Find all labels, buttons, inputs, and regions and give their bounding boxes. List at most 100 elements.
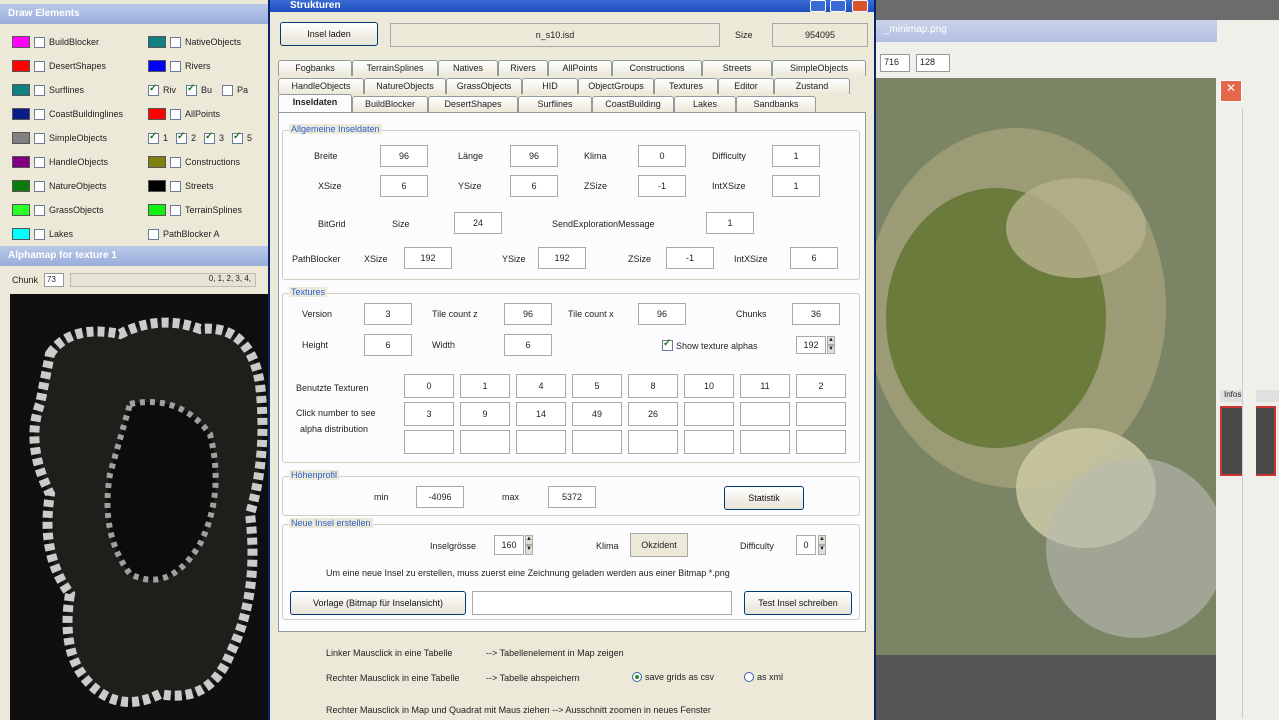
width-field[interactable]: 6	[504, 334, 552, 356]
legend-checkbox[interactable]	[34, 156, 45, 168]
template-bitmap-button[interactable]: Vorlage (Bitmap für Inselansicht)	[290, 591, 466, 615]
color-swatch[interactable]	[148, 204, 166, 216]
maximize-icon[interactable]	[830, 0, 846, 12]
tab-editor[interactable]: Editor	[718, 78, 774, 94]
write-island-button[interactable]: Test Insel schreiben	[744, 591, 852, 615]
max-field[interactable]: 5372	[548, 486, 596, 508]
tab-constructions[interactable]: Constructions	[612, 60, 702, 76]
difficulty-field[interactable]: 1	[772, 145, 820, 167]
tab-streets[interactable]: Streets	[702, 60, 772, 76]
pb-intxsize-field[interactable]: 6	[790, 247, 838, 269]
legend-checkbox[interactable]	[34, 204, 45, 216]
color-swatch[interactable]	[12, 132, 30, 144]
texture-cell[interactable]	[628, 430, 678, 454]
minimap-num1[interactable]: 716	[880, 54, 910, 72]
color-swatch[interactable]	[148, 108, 166, 120]
color-swatch[interactable]	[12, 60, 30, 72]
tab-hid[interactable]: HID	[522, 78, 578, 94]
texture-cell[interactable]: 0	[404, 374, 454, 398]
legend-checkbox[interactable]	[34, 180, 45, 192]
tab-fogbanks[interactable]: Fogbanks	[278, 60, 352, 76]
color-swatch[interactable]	[148, 156, 166, 168]
show-alphas-checkbox[interactable]	[662, 338, 673, 351]
laenge-field[interactable]: 96	[510, 145, 558, 167]
new-difficulty-spin[interactable]: ▲ ▼	[818, 535, 826, 555]
legend-checkbox[interactable]	[170, 60, 181, 72]
zsize-field[interactable]: -1	[638, 175, 686, 197]
statistik-button[interactable]: Statistik	[724, 486, 804, 510]
tab-lakes[interactable]: Lakes	[674, 96, 736, 112]
radio-csv[interactable]	[632, 672, 642, 682]
legend-checkbox[interactable]	[148, 228, 159, 240]
bu-checkbox[interactable]	[186, 83, 197, 96]
scrollbar[interactable]	[1242, 108, 1256, 718]
legend-checkbox[interactable]	[170, 108, 181, 120]
alpha-spin-arrows[interactable]: ▲ ▼	[827, 336, 835, 354]
tab-handleobjects[interactable]: HandleObjects	[278, 78, 364, 94]
template-path-field[interactable]	[472, 591, 732, 615]
pb-xsize-field[interactable]: 192	[404, 247, 452, 269]
tab-objectgroups[interactable]: ObjectGroups	[578, 78, 654, 94]
load-island-button[interactable]: Insel laden	[280, 22, 378, 46]
radio-xml[interactable]	[744, 672, 754, 682]
alpha-spin-field[interactable]: 192	[796, 336, 826, 354]
color-swatch[interactable]	[12, 180, 30, 192]
color-swatch[interactable]	[148, 36, 166, 48]
color-swatch[interactable]	[148, 180, 166, 192]
minimap-num2[interactable]: 128	[916, 54, 950, 72]
texture-cell[interactable]	[460, 430, 510, 454]
legend-checkbox[interactable]	[170, 156, 181, 168]
texture-cell[interactable]: 2	[796, 374, 846, 398]
texture-cell[interactable]: 26	[628, 402, 678, 426]
texture-cell[interactable]	[740, 430, 790, 454]
bitgrid-size-field[interactable]: 24	[454, 212, 502, 234]
intxsize-field[interactable]: 1	[772, 175, 820, 197]
close-icon[interactable]: ✕	[1220, 80, 1242, 102]
texture-cell[interactable]: 3	[404, 402, 454, 426]
texture-cell[interactable]	[404, 430, 454, 454]
tilecountx-field[interactable]: 96	[638, 303, 686, 325]
tab-desertshapes[interactable]: DesertShapes	[428, 96, 518, 112]
pb-ysize-field[interactable]: 192	[538, 247, 586, 269]
color-swatch[interactable]	[12, 228, 30, 240]
check-3[interactable]	[204, 131, 216, 144]
close-icon[interactable]	[852, 0, 868, 12]
tab-natives[interactable]: Natives	[438, 60, 498, 76]
texture-cell[interactable]: 10	[684, 374, 734, 398]
tab-surflines[interactable]: Surflines	[518, 96, 592, 112]
tab-rivers[interactable]: Rivers	[498, 60, 548, 76]
color-swatch[interactable]	[12, 108, 30, 120]
color-swatch[interactable]	[12, 204, 30, 216]
check-1[interactable]	[148, 131, 159, 144]
texture-cell[interactable]	[684, 430, 734, 454]
texture-cell[interactable]: 1	[460, 374, 510, 398]
color-swatch[interactable]	[148, 60, 166, 72]
legend-checkbox[interactable]	[34, 228, 45, 240]
legend-checkbox[interactable]	[34, 84, 45, 96]
island-map[interactable]	[876, 78, 1216, 655]
ysize-field[interactable]: 6	[510, 175, 558, 197]
klima-field[interactable]: 0	[638, 145, 686, 167]
height-field[interactable]: 6	[364, 334, 412, 356]
legend-checkbox[interactable]	[170, 36, 181, 48]
texture-cell[interactable]	[740, 402, 790, 426]
new-difficulty-field[interactable]: 0	[796, 535, 816, 555]
island-size-spin[interactable]: ▲ ▼	[525, 535, 533, 555]
legend-checkbox[interactable]	[34, 36, 45, 48]
legend-checkbox[interactable]	[170, 180, 181, 192]
minimize-icon[interactable]	[810, 0, 826, 12]
texture-cell[interactable]	[516, 430, 566, 454]
tab-terrainsplines[interactable]: TerrainSplines	[352, 60, 438, 76]
texture-cell[interactable]: 4	[516, 374, 566, 398]
texture-cell[interactable]: 9	[460, 402, 510, 426]
tab-sandbanks[interactable]: Sandbanks	[736, 96, 816, 112]
texture-cell[interactable]: 5	[572, 374, 622, 398]
tab-natureobjects[interactable]: NatureObjects	[364, 78, 446, 94]
legend-checkbox[interactable]	[34, 132, 45, 144]
color-swatch[interactable]	[12, 36, 30, 48]
texture-cell[interactable]	[684, 402, 734, 426]
texture-cell[interactable]: 11	[740, 374, 790, 398]
island-size-field[interactable]: 160	[494, 535, 524, 555]
pa-checkbox[interactable]	[222, 84, 234, 96]
chunk-value[interactable]: 73	[44, 273, 65, 287]
